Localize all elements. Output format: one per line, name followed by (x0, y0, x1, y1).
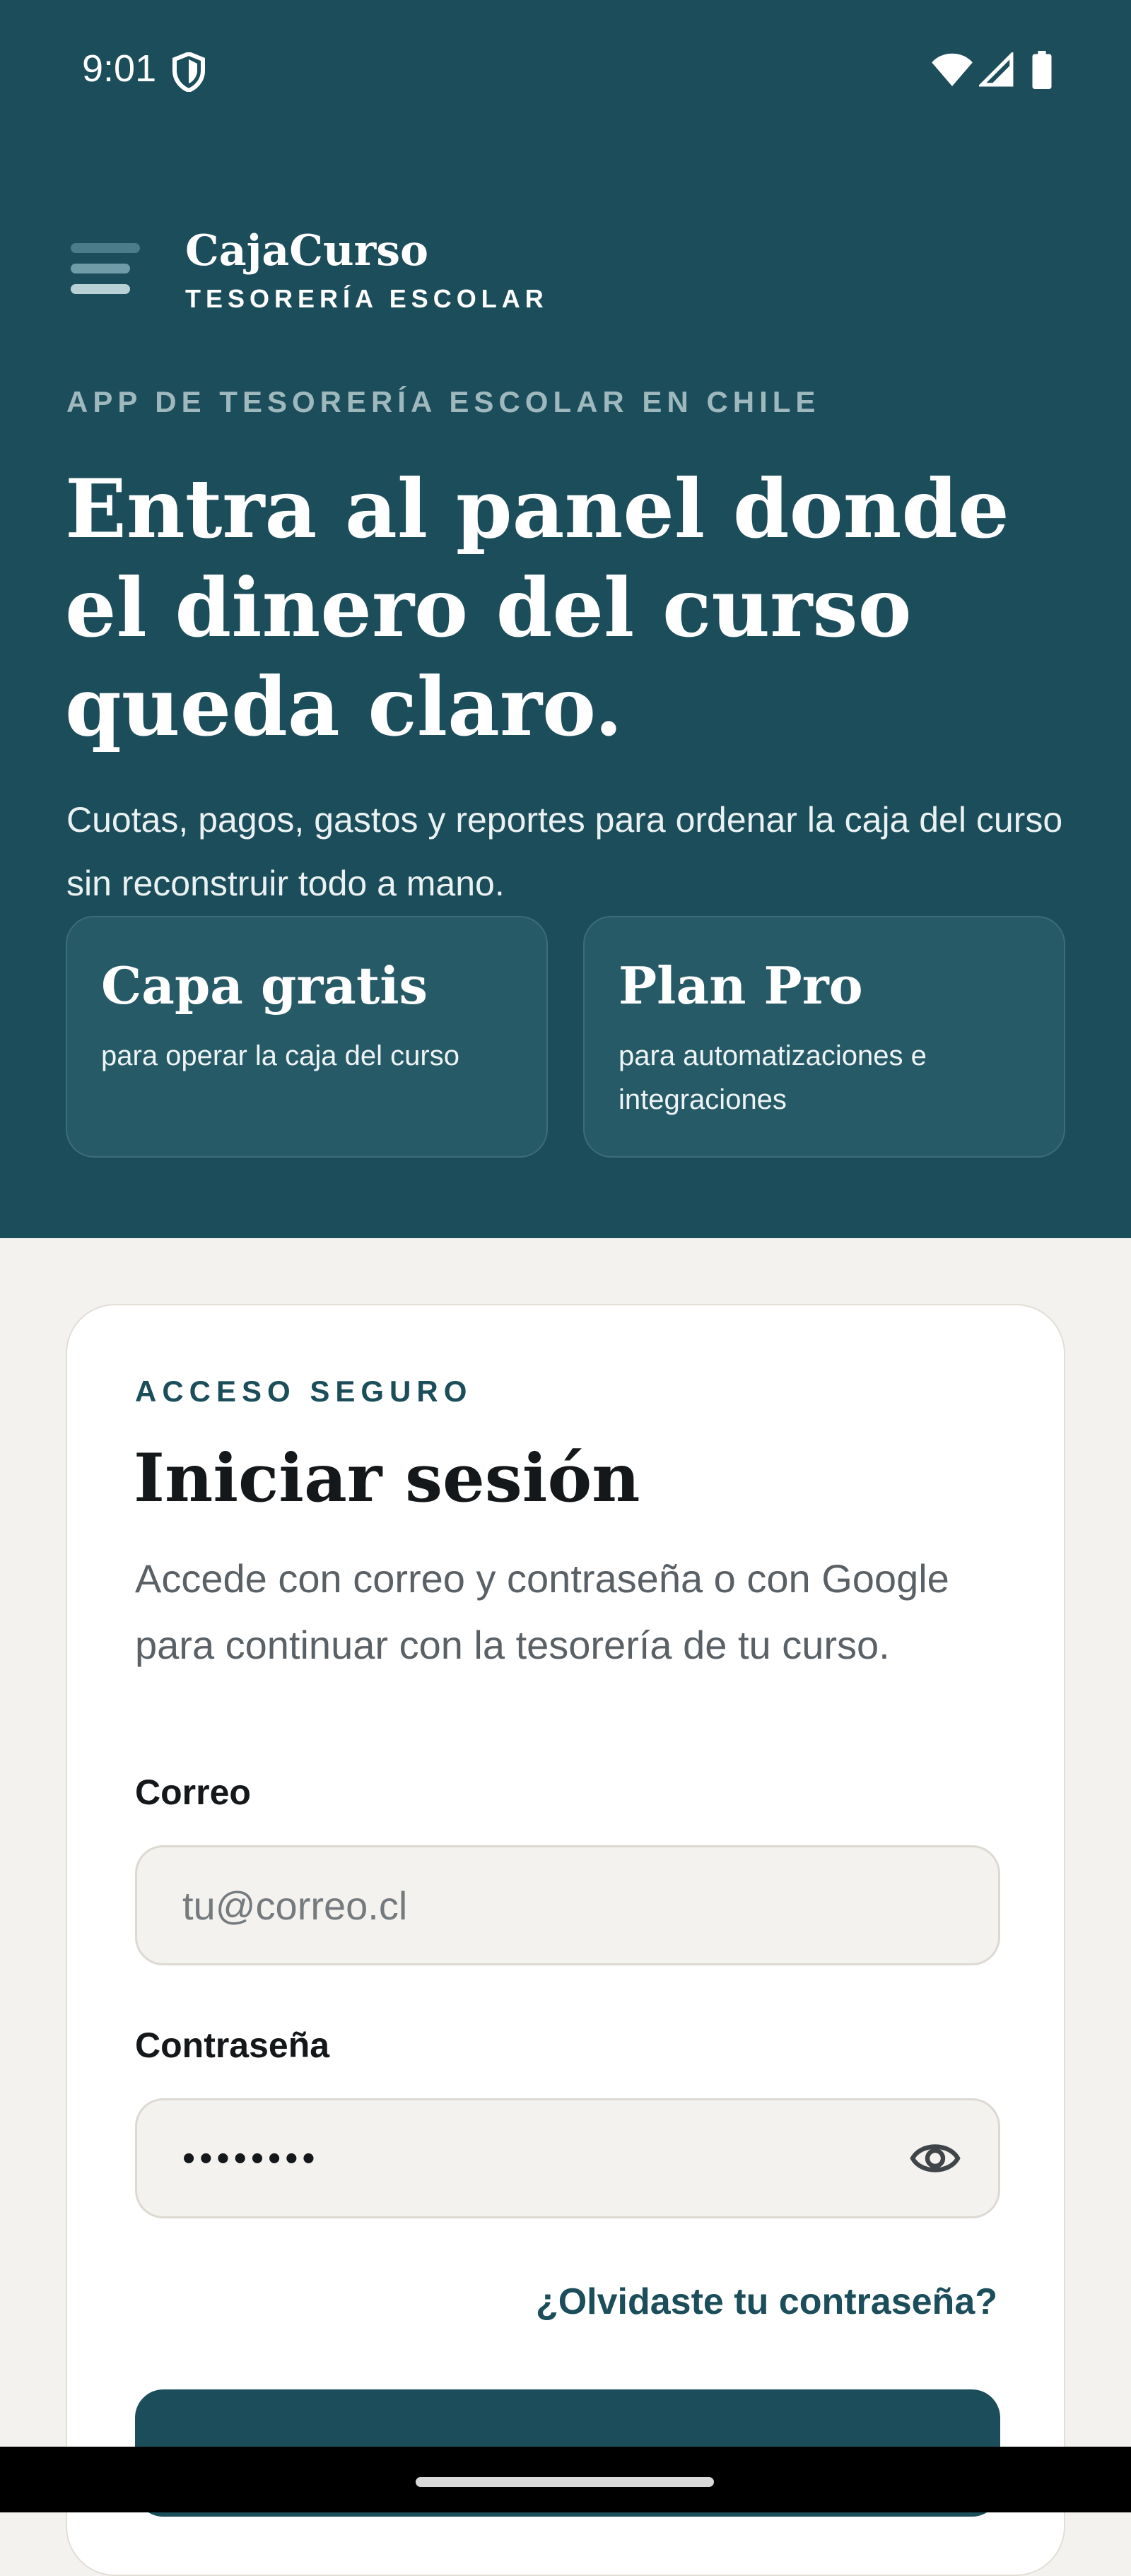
login-title: Iniciar sesión (134, 1440, 640, 1517)
brand-subtitle: TESORERÍA ESCOLAR (185, 284, 549, 313)
email-field[interactable] (135, 1845, 1000, 1965)
navigation-bar (0, 2447, 1131, 2512)
forgot-password-link[interactable]: ¿Olvidaste tu contraseña? (536, 2281, 997, 2323)
shield-icon (172, 52, 205, 92)
plan-description: para operar la caja del curso (101, 1040, 459, 1071)
login-eyebrow: ACCESO SEGURO (135, 1375, 473, 1408)
menu-icon[interactable] (71, 242, 140, 298)
status-time: 9:01 (82, 47, 157, 90)
status-bar: 9:01 (0, 0, 1131, 141)
signal-icon (979, 52, 1014, 87)
email-label: Correo (135, 1772, 251, 1812)
login-description: Accede con correo y contraseña o con Goo… (135, 1556, 949, 1667)
wifi-icon (932, 53, 973, 86)
plan-card-pro: Plan Pro para automatizaciones e integra… (583, 916, 1065, 1158)
hero-section: 9:01 CajaCurso TESORERÍA ESCOLAR APP DE … (0, 0, 1131, 1238)
login-card: ACCESO SEGURO Iniciar sesión Accede con … (66, 1304, 1065, 2576)
plan-title: Plan Pro (619, 955, 863, 1016)
eye-icon[interactable] (910, 2136, 961, 2180)
password-label: Contraseña (135, 2025, 330, 2065)
brand-name: CajaCurso (185, 226, 429, 276)
plan-description: para automatizaciones e integraciones (619, 1040, 927, 1115)
hero-description: Cuotas, pagos, gastos y reportes para or… (66, 800, 1063, 903)
password-field[interactable] (135, 2098, 1000, 2218)
battery-icon (1032, 51, 1052, 89)
home-handle[interactable] (416, 2477, 714, 2487)
plan-title: Capa gratis (101, 955, 428, 1016)
hero-eyebrow: APP DE TESORERÍA ESCOLAR EN CHILE (66, 385, 821, 418)
plan-card-free: Capa gratis para operar la caja del curs… (66, 916, 548, 1158)
hero-title: Entra al panel donde el dinero del curso… (65, 461, 1009, 754)
